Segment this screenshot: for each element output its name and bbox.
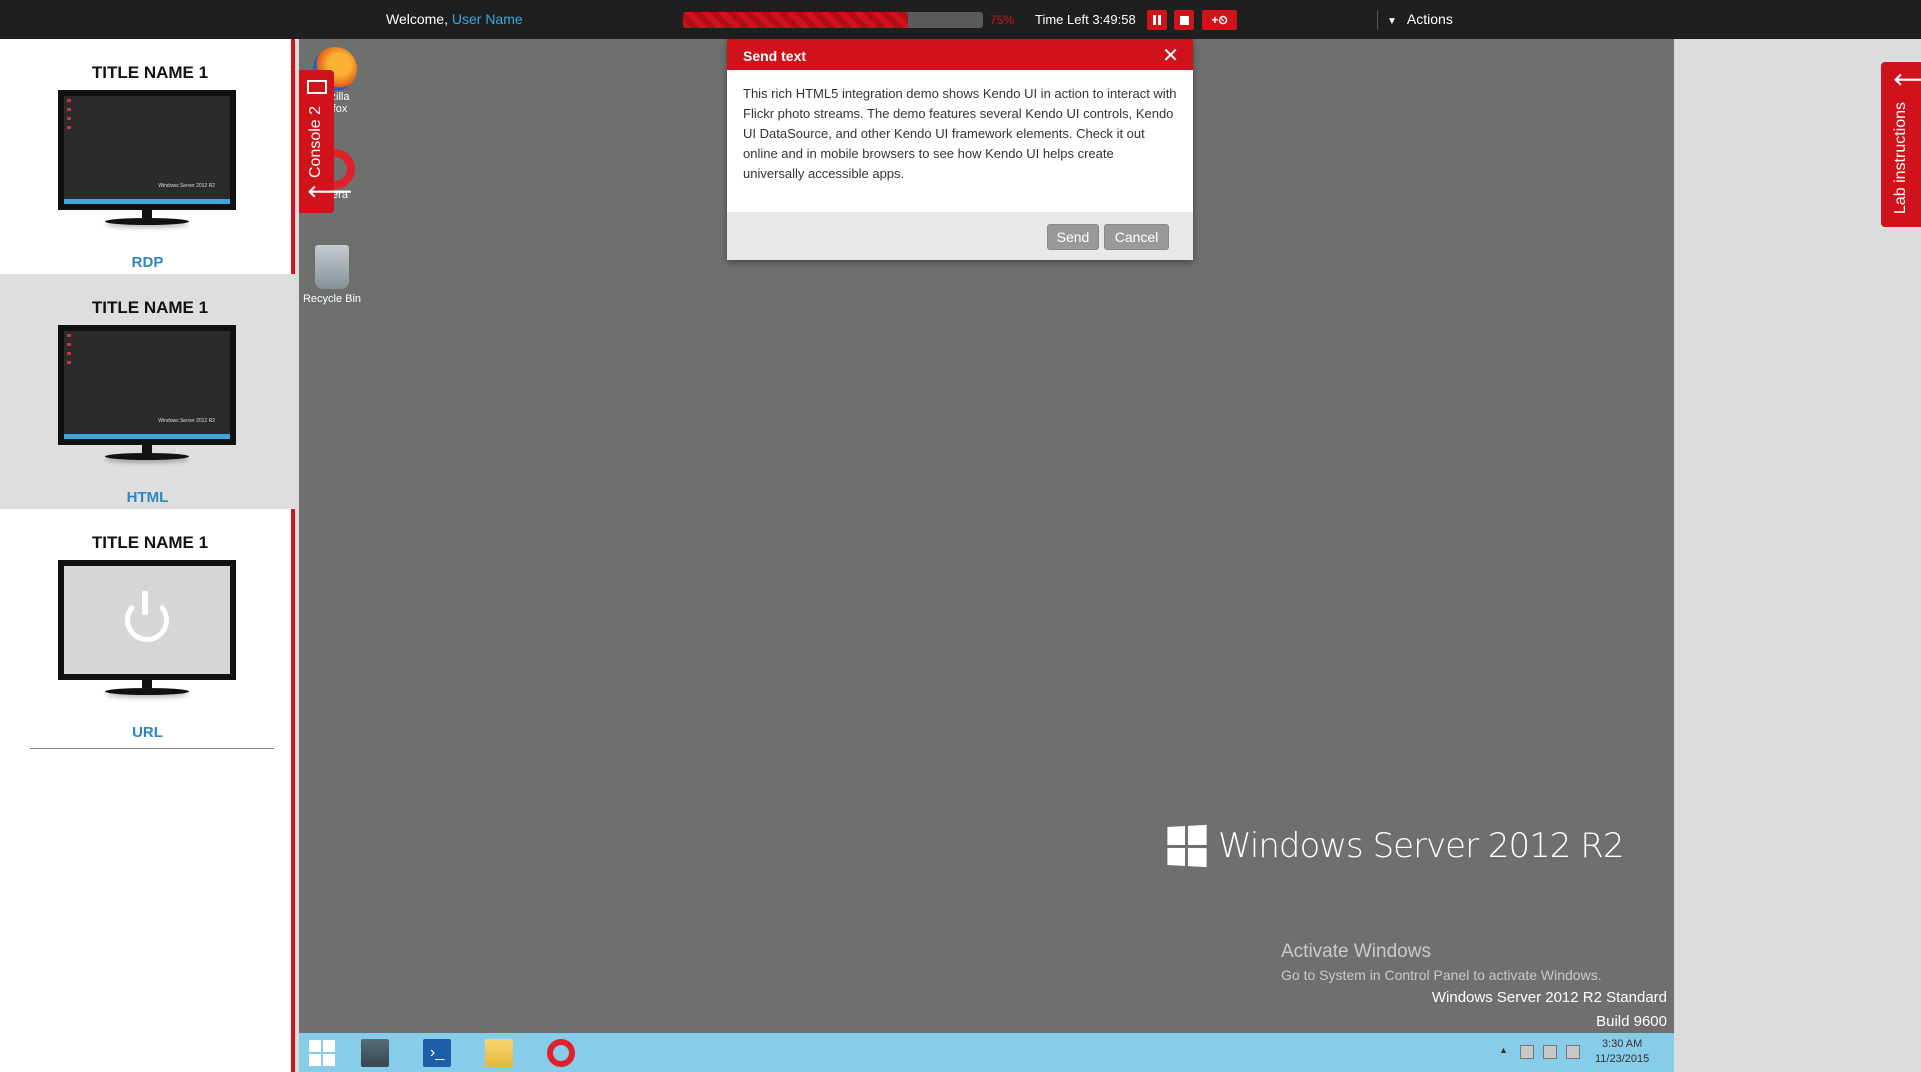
recycle-bin-icon <box>315 245 349 289</box>
clock-date: 11/23/2015 <box>1595 1053 1650 1065</box>
time-progress-fill <box>683 12 908 28</box>
extend-time-button[interactable]: +⏲ <box>1202 10 1237 30</box>
vm-type-label[interactable]: URL <box>0 724 295 741</box>
divider <box>1377 10 1378 30</box>
vm-title: TITLE NAME 1 <box>91 298 209 317</box>
screen-caption: Windows Server 2012 R2 <box>158 418 215 424</box>
vm-title: TITLE NAME 1 <box>91 533 209 552</box>
time-left-label: Time Left 3:49:58 <box>1035 12 1136 27</box>
opera-icon[interactable] <box>547 1039 575 1067</box>
lab-instructions-label: Lab instructions <box>1892 101 1909 215</box>
console-tab[interactable]: Console 2 🡐 <box>299 70 353 213</box>
stop-button[interactable] <box>1174 10 1194 30</box>
vm-sidebar: TITLE NAME 1 Windows Server 2012 R2 RDP … <box>0 39 295 1072</box>
tray-expand-icon[interactable]: ▲ <box>1499 1045 1508 1055</box>
arrow-left-icon: 🡐 <box>1893 70 1921 89</box>
monitor-thumbnail: Windows Server 2012 R2 <box>58 90 236 210</box>
vm-type-label[interactable]: RDP <box>0 254 295 271</box>
caret-down-icon: ▼ <box>1387 16 1397 27</box>
time-progress-bar <box>683 12 983 28</box>
lab-instructions-tab[interactable]: 🡐 Lab instructions <box>1881 62 1921 227</box>
start-icon[interactable] <box>309 1040 335 1066</box>
desktop-icon-recycle-bin[interactable]: Recycle Bin <box>299 245 367 305</box>
file-explorer-icon[interactable] <box>485 1039 513 1067</box>
monitor-thumbnail <box>58 560 236 680</box>
windows-build: Build 9600 <box>1596 1013 1667 1030</box>
cancel-button[interactable]: Cancel <box>1104 224 1169 250</box>
send-button[interactable]: Send <box>1047 224 1099 250</box>
windows-brand-text: Windows Server 2012 R2 <box>1218 826 1624 866</box>
pause-button[interactable] <box>1147 10 1167 30</box>
actions-menu[interactable]: ▼ Actions <box>1387 11 1453 27</box>
vm-title: TITLE NAME 1 <box>91 63 209 82</box>
send-text-dialog: Send text ✕ This rich HTML5 integration … <box>727 39 1193 260</box>
pause-icon <box>1153 15 1161 25</box>
volume-icon[interactable] <box>1566 1045 1580 1059</box>
vm-card-url[interactable]: TITLE NAME 1 URL <box>0 509 295 744</box>
welcome-message: Welcome, User Name <box>386 11 523 27</box>
divider <box>30 748 274 749</box>
vm-card-rdp[interactable]: TITLE NAME 1 Windows Server 2012 R2 RDP <box>0 39 295 274</box>
action-center-icon[interactable] <box>1520 1045 1534 1059</box>
user-name-link[interactable]: User Name <box>452 11 523 27</box>
activate-windows-subtitle: Go to System in Control Panel to activat… <box>1281 967 1602 983</box>
welcome-prefix: Welcome, <box>386 11 448 27</box>
dialog-text[interactable]: This rich HTML5 integration demo shows K… <box>727 70 1193 212</box>
dialog-title: Send text <box>743 48 807 64</box>
network-icon[interactable] <box>1543 1045 1557 1059</box>
actions-label: Actions <box>1406 11 1453 27</box>
taskbar-clock[interactable]: 3:30 AM 11/23/2015 <box>1595 1037 1649 1067</box>
top-bar: Welcome, User Name 75% Time Left 3:49:58… <box>0 0 1921 39</box>
power-icon <box>125 591 169 642</box>
desktop-icon-label: Recycle Bin <box>302 293 362 305</box>
arrow-left-icon: 🡐 <box>307 182 353 201</box>
close-icon[interactable]: ✕ <box>1162 43 1179 68</box>
windows-taskbar: ›_ ▲ 3:30 AM 11/23/2015 <box>299 1033 1674 1072</box>
dialog-titlebar: Send text ✕ <box>727 39 1193 70</box>
screen-caption: Windows Server 2012 R2 <box>158 183 215 189</box>
monitor-thumbnail: Windows Server 2012 R2 <box>58 325 236 445</box>
activate-windows-title: Activate Windows <box>1281 941 1431 962</box>
console-tab-label: Console 2 <box>307 105 324 179</box>
progress-percent-label: 75% <box>990 13 1015 27</box>
vm-card-html[interactable]: TITLE NAME 1 Windows Server 2012 R2 HTML <box>0 274 295 509</box>
monitor-icon <box>307 80 327 94</box>
windows-logo-icon <box>1167 824 1207 868</box>
stop-icon <box>1179 15 1189 25</box>
clock-time: 3:30 AM <box>1601 1038 1643 1050</box>
vm-type-label[interactable]: HTML <box>0 489 295 506</box>
powershell-icon[interactable]: ›_ <box>423 1039 451 1067</box>
windows-edition: Windows Server 2012 R2 Standard <box>1431 989 1667 1006</box>
dialog-footer: Send Cancel <box>727 212 1193 260</box>
server-manager-icon[interactable] <box>361 1039 389 1067</box>
